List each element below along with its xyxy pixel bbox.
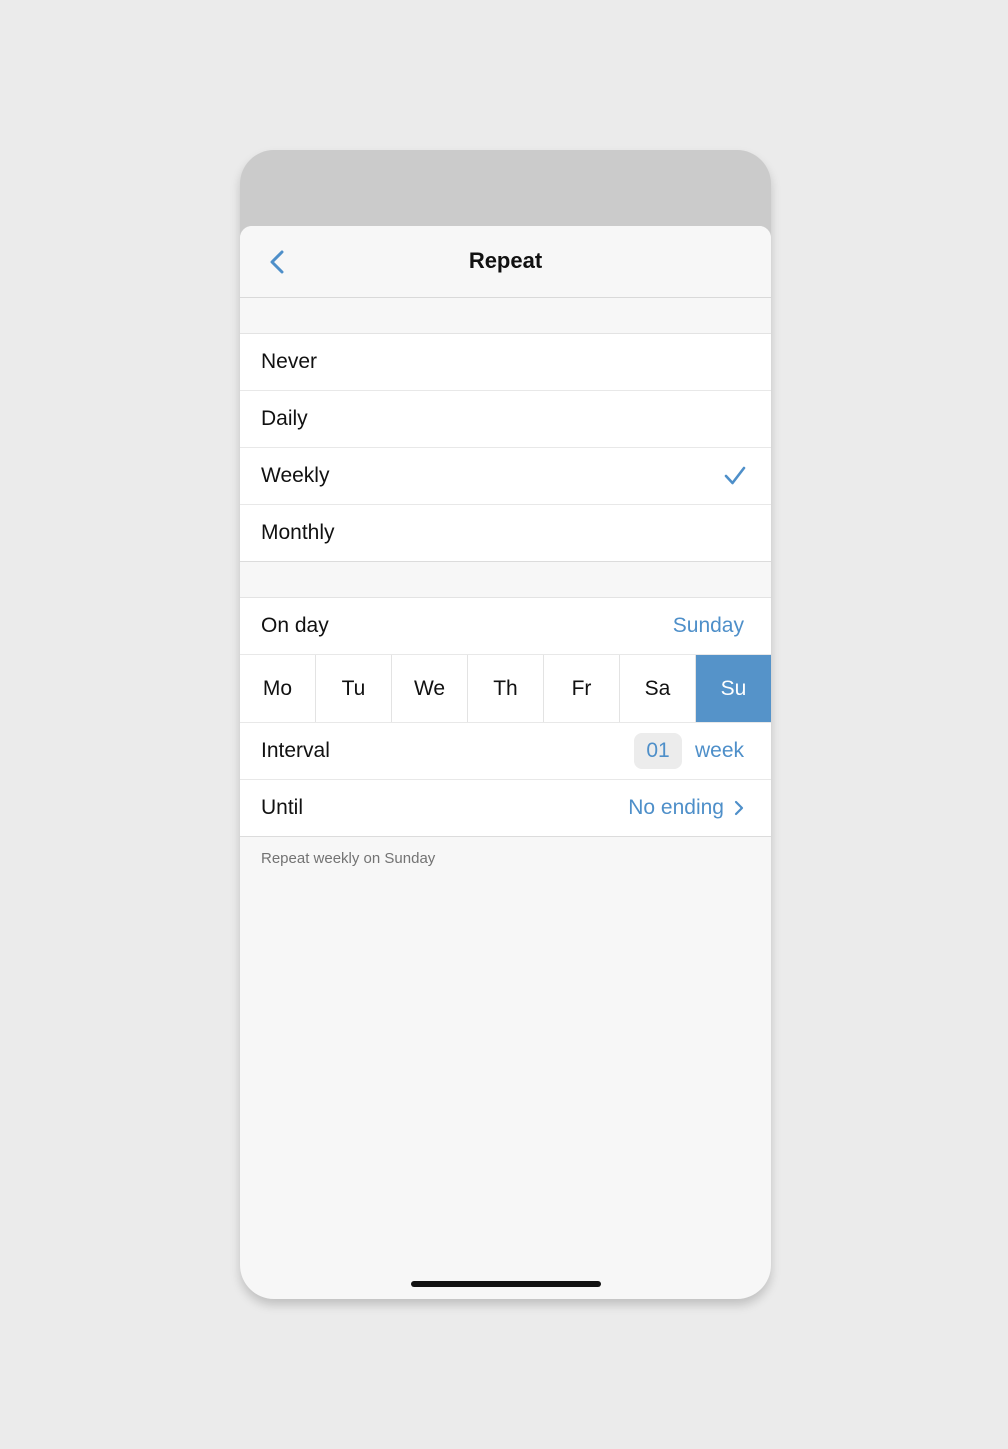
until-label: Until: [261, 796, 304, 819]
chevron-right-icon: [734, 800, 744, 816]
option-label: Daily: [261, 407, 308, 430]
option-label: Never: [261, 350, 318, 373]
home-indicator: [411, 1281, 601, 1287]
option-label: Weekly: [261, 464, 330, 487]
until-row[interactable]: Until No ending: [240, 780, 771, 837]
until-value: No ending: [628, 796, 724, 819]
on-day-value: Sunday: [672, 614, 744, 637]
checkmark-icon: [724, 466, 746, 485]
interval-row: Interval 01 week: [240, 723, 771, 780]
phone-frame: Repeat Never Daily Weekly Monthly On day…: [240, 150, 771, 1299]
interval-label: Interval: [261, 739, 330, 762]
navigation-bar: Repeat: [240, 226, 771, 298]
section-spacer: [240, 562, 771, 598]
interval-input[interactable]: 01: [634, 733, 682, 769]
repeat-sheet: Repeat Never Daily Weekly Monthly On day…: [240, 226, 771, 1299]
repeat-summary: Repeat weekly on Sunday: [261, 850, 436, 867]
on-day-row[interactable]: On day Sunday: [240, 598, 771, 655]
day-button-su[interactable]: Su: [696, 655, 771, 722]
day-button-fr[interactable]: Fr: [544, 655, 620, 722]
frequency-list: Never Daily Weekly Monthly: [240, 334, 771, 562]
day-button-we[interactable]: We: [392, 655, 468, 722]
day-button-tu[interactable]: Tu: [316, 655, 392, 722]
frequency-option-daily[interactable]: Daily: [240, 391, 771, 448]
on-day-label: On day: [261, 614, 329, 637]
frequency-option-never[interactable]: Never: [240, 334, 771, 391]
section-spacer: [240, 298, 771, 334]
frequency-option-weekly[interactable]: Weekly: [240, 448, 771, 505]
day-button-th[interactable]: Th: [468, 655, 544, 722]
weekday-selector: Mo Tu We Th Fr Sa Su: [240, 655, 771, 723]
frequency-option-monthly[interactable]: Monthly: [240, 505, 771, 562]
schedule-settings: On day Sunday Mo Tu We Th Fr Sa Su Inter…: [240, 598, 771, 837]
day-button-sa[interactable]: Sa: [620, 655, 696, 722]
option-label: Monthly: [261, 521, 335, 544]
interval-unit[interactable]: week: [695, 739, 744, 763]
page-title: Repeat: [468, 248, 543, 273]
day-button-mo[interactable]: Mo: [240, 655, 316, 722]
